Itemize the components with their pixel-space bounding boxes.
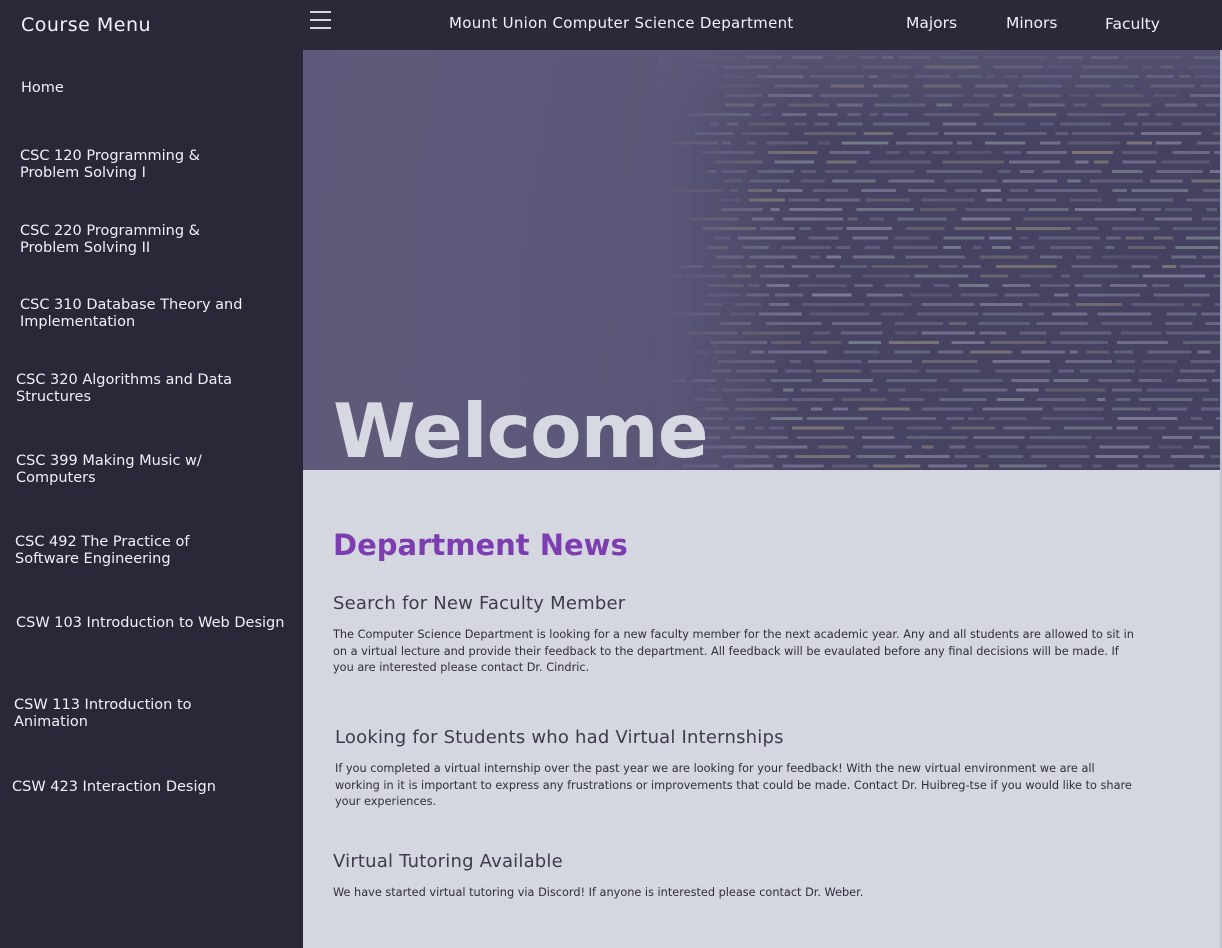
nav-minors[interactable]: Minors <box>1006 14 1057 32</box>
nav-majors[interactable]: Majors <box>906 14 957 32</box>
news-item-body: If you completed a virtual internship ov… <box>335 762 1132 808</box>
sidebar-item-csc399[interactable]: CSC 399 Making Music w/ Computers <box>16 453 266 487</box>
sidebar-item-csc320[interactable]: CSC 320 Algorithms and Data Structures <box>16 372 256 406</box>
news-heading: Department News <box>333 528 628 562</box>
sidebar-title: Course Menu <box>21 14 152 36</box>
sidebar-item-csw113[interactable]: CSW 113 Introduction to Animation <box>14 697 254 731</box>
sidebar-item-home[interactable]: Home <box>21 80 286 97</box>
nav-faculty[interactable]: Faculty <box>1105 15 1160 33</box>
news-item-title: Virtual Tutoring Available <box>333 851 563 872</box>
top-navbar: Mount Union Computer Science Department … <box>303 0 1222 50</box>
site-title: Mount Union Computer Science Department <box>449 14 794 32</box>
sidebar: Course Menu Home CSC 120 Programming & P… <box>0 0 303 948</box>
sidebar-item-csw103[interactable]: CSW 103 Introduction to Web Design <box>16 615 286 632</box>
sidebar-item-csc310[interactable]: CSC 310 Database Theory and Implementati… <box>20 297 270 331</box>
sidebar-item-csw423[interactable]: CSW 423 Interaction Design <box>12 779 292 796</box>
news-item-body: We have started virtual tutoring via Dis… <box>333 886 864 899</box>
hero-banner: Welcome <box>303 50 1222 470</box>
sidebar-item-csc220[interactable]: CSC 220 Programming & Problem Solving II <box>20 223 260 257</box>
news-item-body: The Computer Science Department is looki… <box>333 628 1134 674</box>
sidebar-item-csc492[interactable]: CSC 492 The Practice of Software Enginee… <box>15 534 255 568</box>
news-item-title: Looking for Students who had Virtual Int… <box>335 727 784 748</box>
main-content: Department News Search for New Faculty M… <box>303 470 1222 948</box>
news-item-title: Search for New Faculty Member <box>333 593 626 614</box>
hero-title: Welcome <box>333 387 709 470</box>
sidebar-item-csc120[interactable]: CSC 120 Programming & Problem Solving I <box>20 148 260 182</box>
hamburger-icon[interactable] <box>310 11 331 35</box>
